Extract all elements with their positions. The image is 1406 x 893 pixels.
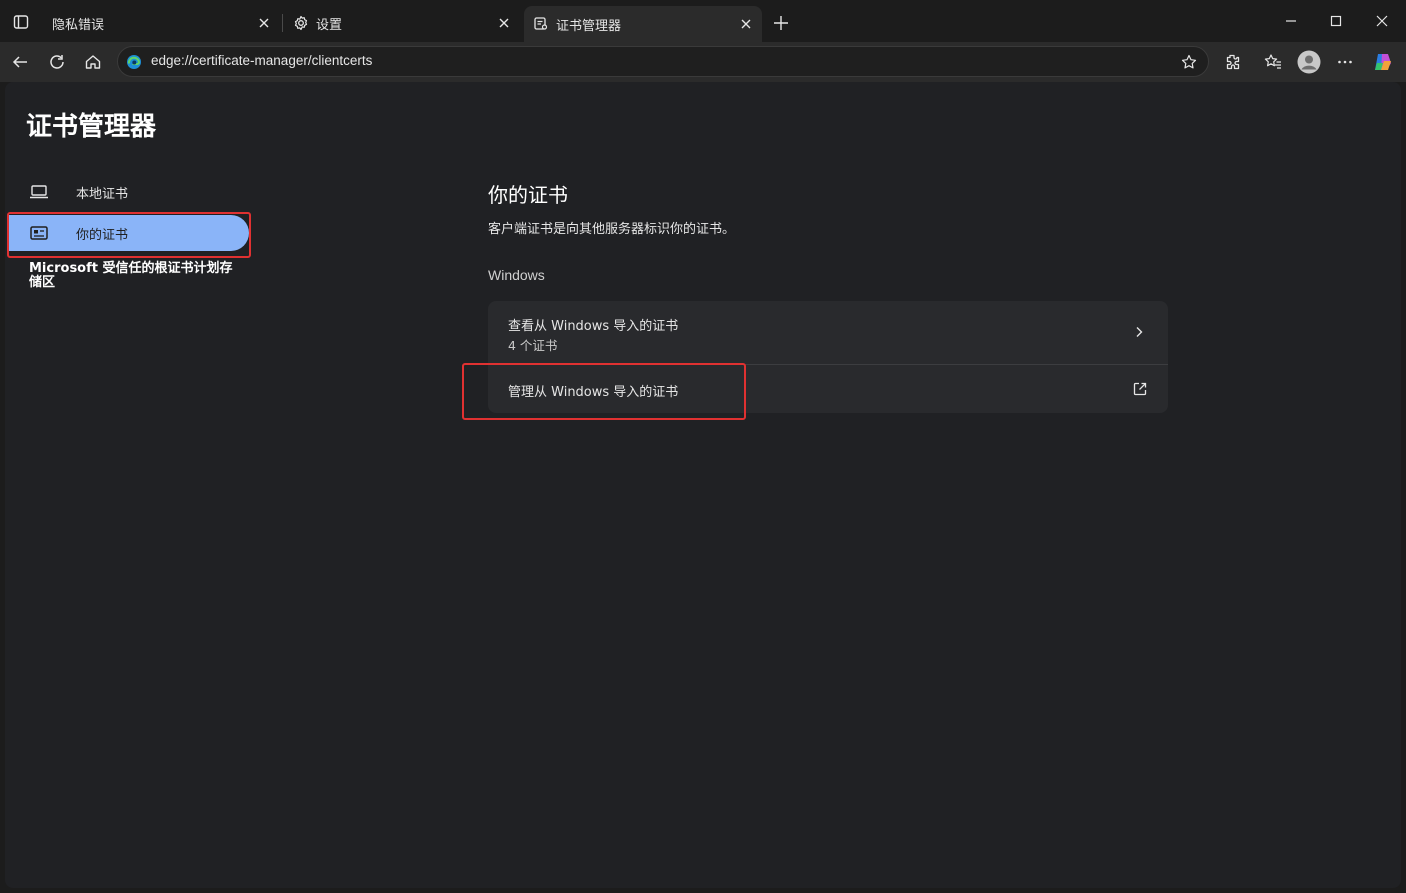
close-icon[interactable] [736, 14, 756, 34]
laptop-icon [28, 181, 50, 203]
more-options-icon[interactable] [1331, 49, 1359, 75]
toolbar: edge://certificate-manager/clientcerts [0, 42, 1406, 82]
row-count: 4 个证书 [508, 338, 558, 353]
edge-logo-icon [126, 54, 142, 70]
view-imported-certificates-row[interactable]: 查看从 Windows 导入的证书 4 个证书 [488, 301, 1168, 365]
url-text[interactable]: edge://certificate-manager/clientcerts [151, 53, 372, 68]
address-bar[interactable]: edge://certificate-manager/clientcerts [117, 46, 1209, 77]
page-title: 证书管理器 [26, 112, 157, 142]
row-title: 查看从 Windows 导入的证书 [508, 319, 679, 334]
chevron-right-icon [1130, 323, 1148, 341]
tab-settings[interactable]: 设置 [284, 6, 520, 40]
close-icon[interactable] [494, 13, 514, 33]
new-tab-icon[interactable] [770, 12, 792, 34]
sidebar-item-microsoft-root-store[interactable]: Microsoft 受信任的根证书计划存储区 [29, 262, 244, 290]
maximize-icon[interactable] [1321, 8, 1351, 34]
section-description: 客户端证书是向其他服务器标识你的证书。 [488, 222, 736, 237]
section-title: 你的证书 [488, 183, 568, 207]
tab-privacy-error[interactable]: 隐私错误 [44, 6, 280, 40]
page-content: 证书管理器 本地证书 你的证书 Microsoft 受信任的根证书计划存储区 你… [5, 82, 1401, 888]
refresh-icon[interactable] [43, 49, 71, 75]
tab-certificate-manager[interactable]: 证书管理器 [524, 6, 762, 42]
favorites-icon[interactable] [1259, 49, 1287, 75]
window-close-icon[interactable] [1367, 8, 1397, 34]
favorite-star-icon[interactable] [1178, 51, 1200, 73]
tab-actions-icon[interactable] [8, 10, 34, 34]
certificate-icon [532, 15, 550, 33]
back-icon[interactable] [6, 49, 34, 75]
sidebar-item-local-certificates[interactable]: 本地证书 [9, 174, 249, 210]
minimize-icon[interactable] [1276, 8, 1306, 34]
tab-separator [282, 14, 283, 32]
sidebar-item-label: 本地证书 [76, 186, 129, 202]
extensions-icon[interactable] [1218, 49, 1246, 75]
gear-icon [292, 14, 310, 32]
close-icon[interactable] [254, 13, 274, 33]
copilot-icon[interactable] [1369, 49, 1397, 75]
home-icon[interactable] [79, 49, 107, 75]
tab-title: 证书管理器 [556, 18, 622, 34]
section-subheading: Windows [488, 267, 545, 283]
highlight-box-manage-imported [462, 363, 746, 420]
highlight-box-your-certificates [7, 212, 251, 258]
profile-avatar-icon[interactable] [1295, 49, 1323, 75]
external-link-icon [1130, 379, 1150, 399]
tab-title: 隐私错误 [52, 17, 105, 33]
tab-title: 设置 [316, 17, 343, 33]
window-bottom-edge [0, 888, 1406, 893]
tab-strip: 隐私错误 设置 证书管理器 [0, 0, 1406, 42]
